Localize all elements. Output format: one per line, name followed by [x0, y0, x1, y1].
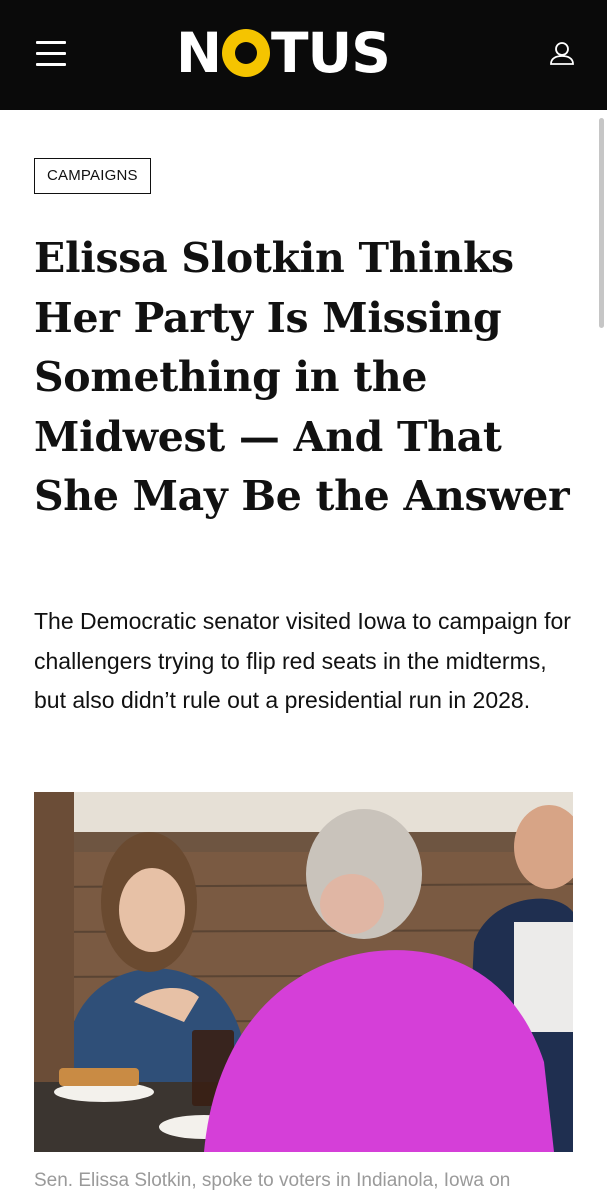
logo-yellow-o-icon: [222, 29, 271, 77]
article-headline: Elissa Slotkin Thinks Her Party Is Missi…: [34, 234, 570, 520]
page-scrollbar[interactable]: [599, 118, 604, 328]
site-header: N TUS: [0, 0, 607, 110]
category-tag[interactable]: CAMPAIGNS: [34, 158, 151, 194]
hamburger-menu-icon[interactable]: [36, 40, 66, 66]
article-photo: [34, 792, 573, 1152]
logo-text-right: TUS: [271, 21, 391, 85]
site-logo[interactable]: N TUS: [176, 21, 391, 85]
photo-caption: Sen. Elissa Slotkin, spoke to voters in …: [34, 1170, 511, 1191]
logo-text-left: N: [176, 21, 222, 85]
article-dek: The Democratic senator visited Iowa to c…: [34, 608, 571, 713]
user-icon[interactable]: [548, 40, 576, 68]
